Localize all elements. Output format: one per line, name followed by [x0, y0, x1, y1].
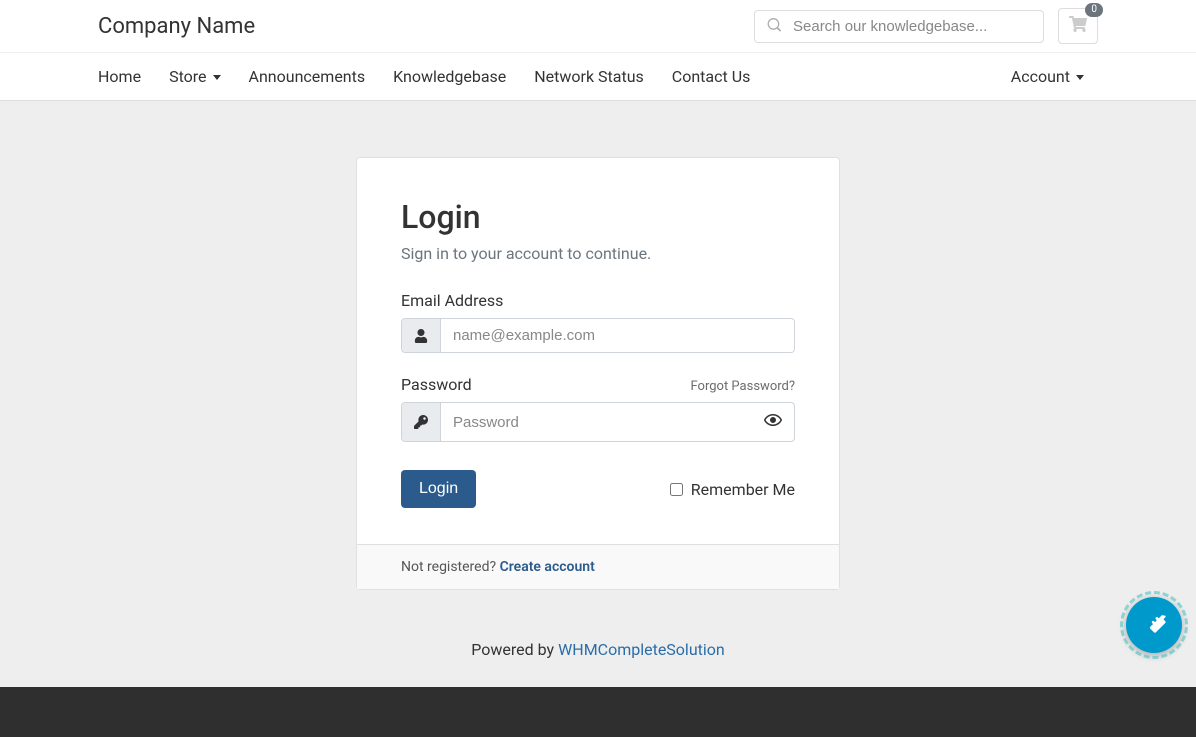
- nav-store[interactable]: Store: [155, 53, 234, 100]
- password-label: Password: [401, 375, 472, 394]
- nav-store-label: Store: [169, 67, 206, 86]
- nav-account[interactable]: Account: [1011, 53, 1098, 100]
- chevron-down-icon: [1076, 75, 1084, 80]
- login-button[interactable]: Login: [401, 470, 476, 508]
- password-input[interactable]: [441, 403, 752, 441]
- search-input[interactable]: [793, 18, 1031, 35]
- nav-home[interactable]: Home: [98, 53, 155, 100]
- search-icon: [767, 17, 793, 36]
- key-icon: [402, 403, 441, 441]
- cart-icon: [1069, 15, 1087, 37]
- company-brand[interactable]: Company Name: [98, 14, 255, 39]
- login-card: Login Sign in to your account to continu…: [356, 157, 840, 590]
- cart-count-badge: 0: [1085, 3, 1103, 17]
- eye-icon: [764, 411, 782, 433]
- remember-me-text: Remember Me: [691, 480, 795, 499]
- chat-widget-button[interactable]: [1126, 597, 1182, 653]
- search-box[interactable]: [754, 10, 1044, 43]
- remember-me-label[interactable]: Remember Me: [670, 480, 795, 499]
- nav-network-status[interactable]: Network Status: [520, 53, 658, 100]
- nav-contact-us[interactable]: Contact Us: [658, 53, 765, 100]
- powered-by-text: Powered by: [471, 640, 558, 659]
- nav-account-label: Account: [1011, 67, 1070, 86]
- cart-button[interactable]: 0: [1058, 8, 1098, 44]
- whmcs-link[interactable]: WHMCompleteSolution: [558, 640, 725, 659]
- create-account-link[interactable]: Create account: [500, 559, 595, 575]
- wave-icon: [1139, 608, 1169, 642]
- email-input[interactable]: [441, 319, 794, 352]
- page-footer: [0, 687, 1196, 737]
- chevron-down-icon: [213, 75, 221, 80]
- nav-knowledgebase[interactable]: Knowledgebase: [379, 53, 520, 100]
- not-registered-text: Not registered?: [401, 559, 500, 575]
- forgot-password-link[interactable]: Forgot Password?: [690, 379, 795, 394]
- login-subtitle: Sign in to your account to continue.: [401, 244, 795, 263]
- login-title: Login: [401, 198, 795, 236]
- remember-me-checkbox[interactable]: [670, 483, 683, 496]
- user-icon: [402, 319, 441, 352]
- toggle-password-visibility[interactable]: [752, 403, 794, 441]
- email-label: Email Address: [401, 291, 795, 310]
- nav-announcements[interactable]: Announcements: [235, 53, 380, 100]
